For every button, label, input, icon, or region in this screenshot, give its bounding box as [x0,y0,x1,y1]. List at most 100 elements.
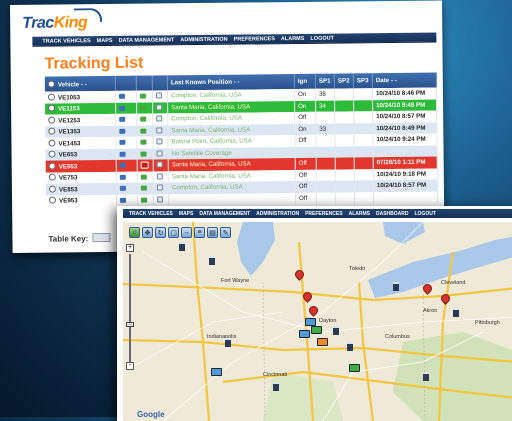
report-cell[interactable] [152,124,168,137]
forest-area-1 [393,332,512,421]
truck-marker-icon[interactable] [349,364,360,372]
nav-item[interactable]: LOGOUT [310,35,334,41]
ign-cell: Off [294,111,316,124]
vehicle-cell[interactable]: VE1453 [45,136,117,150]
nav-item[interactable]: ADMINISTRATION [180,36,227,42]
column-header-date[interactable]: Date - - [372,72,437,89]
tower-marker-icon[interactable] [423,372,429,381]
vehicle-cell[interactable]: VE1253 [45,113,116,127]
tower-marker-icon[interactable] [333,326,339,335]
report-cell[interactable] [152,90,168,103]
tower-marker-icon[interactable] [453,308,459,317]
map-nav-item[interactable]: MAPS [179,211,193,217]
tower-marker-icon[interactable] [179,242,185,251]
home-icon[interactable]: ⌂ [129,227,140,238]
map-nav-item[interactable]: LOGOUT [414,211,435,217]
report-icon[interactable] [155,92,162,99]
settings-icon[interactable]: ✎ [220,227,231,238]
report-icon[interactable] [156,138,163,145]
measure-icon[interactable]: ↔ [181,227,192,238]
vehicle-cell[interactable]: VE553 [45,159,117,173]
report-cell[interactable] [152,113,168,126]
map-nav-item[interactable]: DATA MANAGEMENT [199,211,250,217]
zoom-handle[interactable] [126,322,134,327]
report-cell[interactable] [153,147,169,160]
truck-marker-icon[interactable] [311,326,322,334]
zoom-out-button[interactable]: - [126,362,134,370]
column-header-ign[interactable]: Ign [294,73,316,90]
report-icon[interactable] [157,196,164,203]
sp1-cell [316,169,336,181]
column-header-sp2[interactable]: SP2 [334,73,354,89]
report-cell[interactable] [153,193,169,206]
sp3-cell [354,157,374,169]
report-cell[interactable] [152,136,169,149]
map-nav-item[interactable]: TRACK VEHICLES [129,211,173,217]
select-all-radio-icon[interactable] [47,80,55,88]
column-header-sp1[interactable]: SP1 [315,73,335,89]
report-icon[interactable] [156,104,163,111]
column-header-position[interactable]: Last Known Position - - [167,74,295,91]
refresh-icon[interactable]: ↻ [155,227,166,238]
tower-marker-icon[interactable] [209,256,215,265]
row-select-radio-icon[interactable] [48,116,56,124]
column-header-vehicle[interactable]: Vehicle - - [44,75,116,92]
row-select-radio-icon[interactable] [48,139,56,147]
row-select-radio-icon[interactable] [48,104,56,112]
row-select-radio-icon[interactable] [48,162,56,170]
vehicle-cell[interactable]: VE1153 [45,102,116,115]
print-icon[interactable]: ▤ [207,227,218,238]
zoom-in-button[interactable]: + [126,244,134,252]
truck-marker-icon[interactable] [299,330,310,338]
report-icon[interactable] [156,161,163,168]
row-select-radio-icon[interactable] [49,196,57,204]
sp1-cell [316,192,336,204]
report-icon[interactable] [156,115,163,122]
row-select-radio-icon[interactable] [47,93,56,101]
zoom-track[interactable] [129,254,131,362]
row-select-radio-icon[interactable] [48,185,56,193]
layers-icon[interactable]: ≡ [194,227,205,238]
tower-marker-icon[interactable] [393,282,399,291]
nav-item[interactable]: MAPS [97,37,113,43]
nav-item[interactable]: DATA MANAGEMENT [119,37,175,44]
report-icon[interactable] [156,150,163,157]
tower-marker-icon[interactable] [273,382,279,391]
vehicle-cell[interactable]: VE753 [45,171,117,184]
vehicle-cell[interactable]: VE1353 [45,125,116,138]
report-icon[interactable] [156,173,163,180]
report-cell[interactable] [153,170,169,183]
tower-marker-icon[interactable] [347,342,353,351]
map-nav-item[interactable]: ALARMS [349,211,370,217]
column-header-sp3[interactable]: SP3 [353,73,373,89]
nav-item[interactable]: TRACK VEHICLES [42,38,90,45]
truck-marker-icon[interactable] [305,318,316,326]
vehicle-cell[interactable]: VE953 [45,194,117,207]
nav-item[interactable]: ALARMS [281,35,305,41]
report-icon[interactable] [156,184,163,191]
map-canvas[interactable]: ⌂ ✥ ↻ ▢ ↔ ≡ ▤ ✎ + - Fort Wayne Indianapol… [123,222,512,421]
row-select-radio-icon[interactable] [48,127,56,135]
map-nav-item[interactable]: ADMINISTRATION [256,211,299,217]
zoom-box-icon[interactable]: ▢ [168,227,179,238]
report-icon[interactable] [156,127,163,134]
car-icon [119,151,126,157]
truck-marker-icon[interactable] [317,338,328,346]
position-cell[interactable] [168,192,296,206]
vehicle-cell[interactable]: VE853 [45,182,117,196]
tower-marker-icon[interactable] [225,338,231,347]
vehicle-cell[interactable]: VE1053 [44,90,116,104]
map-nav-item[interactable]: DASHBOARD [376,211,409,217]
truck-marker-icon[interactable] [211,368,222,376]
report-cell[interactable] [152,101,168,114]
vehicle-type-cell [115,136,138,149]
pan-icon[interactable]: ✥ [142,227,153,238]
row-select-radio-icon[interactable] [48,173,56,181]
report-cell[interactable] [153,182,169,195]
report-cell[interactable] [153,159,169,172]
row-select-radio-icon[interactable] [48,150,56,158]
vehicle-cell[interactable]: VE653 [45,148,117,161]
map-nav-item[interactable]: PREFERENCES [305,211,343,217]
nav-item[interactable]: PREFERENCES [234,36,275,42]
zoom-slider[interactable]: + - [126,244,134,370]
